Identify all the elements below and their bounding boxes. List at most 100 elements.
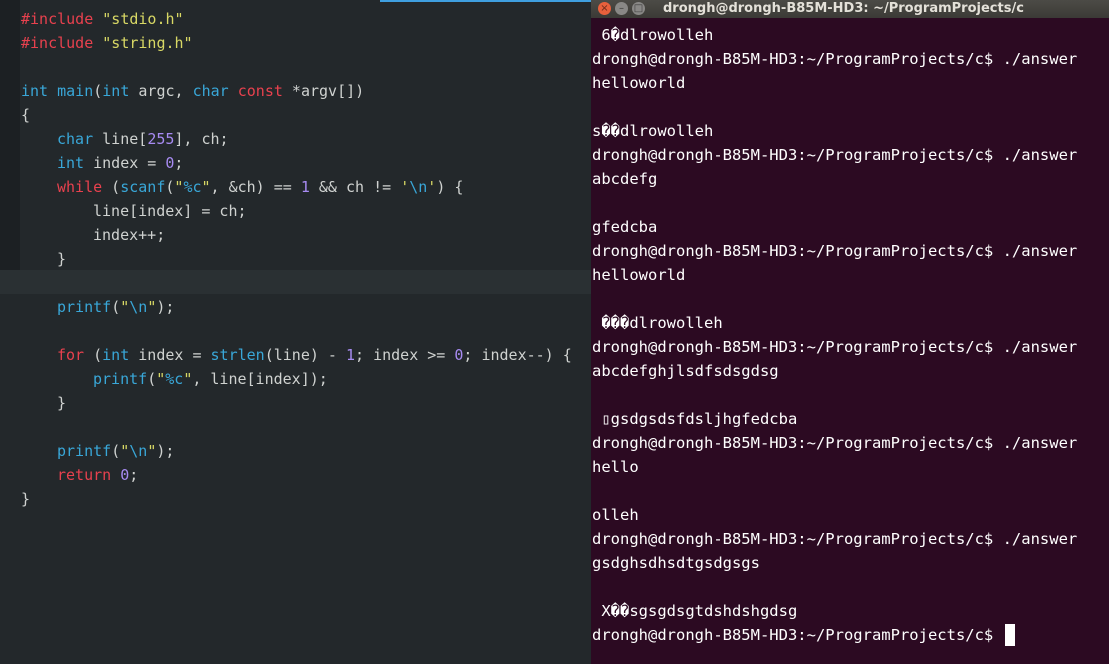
code-token: ; index >= (355, 346, 455, 364)
code-line[interactable] (21, 55, 572, 79)
terminal-prompt-line[interactable]: drongh@drongh-B85M-HD3:~/ProgramProjects… (592, 623, 1109, 647)
code-token: } (57, 250, 67, 268)
code-line[interactable]: index++; (21, 223, 572, 247)
terminal-line: drongh@drongh-B85M-HD3:~/ProgramProjects… (592, 434, 1078, 452)
code-token: ); (156, 298, 175, 316)
code-line[interactable]: } (21, 247, 572, 271)
code-token: return (57, 466, 112, 484)
code-token: , &ch) == (210, 178, 301, 196)
code-line[interactable]: } (21, 487, 572, 511)
code-line[interactable]: #include "string.h" (21, 31, 572, 55)
code-token: while (57, 178, 103, 196)
code-token: { (21, 106, 31, 124)
code-line[interactable]: return 0; (21, 463, 572, 487)
code-line[interactable] (21, 271, 572, 295)
terminal-line: gsdghsdhsdtgsdgsgs (592, 554, 760, 572)
terminal-line: drongh@drongh-B85M-HD3:~/ProgramProjects… (592, 50, 1078, 68)
code-token: index = (129, 346, 211, 364)
code-token: line[ (93, 130, 148, 148)
code-token: ); (156, 442, 175, 460)
terminal-line: X��sgsgdsgtdshdshgdsg (592, 602, 798, 620)
code-area[interactable]: #include "stdio.h" #include "string.h" int… (21, 7, 572, 511)
code-token: " (147, 298, 157, 316)
code-token: ( (93, 82, 103, 100)
terminal-output[interactable]: 6�dlrowolleh drongh@drongh-B85M-HD3:~/Pro… (592, 23, 1109, 647)
code-line[interactable]: printf("%c", line[index]); (21, 367, 572, 391)
code-line[interactable]: printf("\n"); (21, 295, 572, 319)
minimize-window-button[interactable]: – (615, 2, 628, 15)
code-token: " (156, 370, 166, 388)
code-token: line[index] = ch; (93, 202, 247, 220)
code-token: printf (93, 370, 148, 388)
terminal-window[interactable]: × – □ drongh@drongh-B85M-HD3: ~/ProgramP… (591, 0, 1109, 664)
code-token: \n (409, 178, 428, 196)
code-token: #include (21, 34, 94, 52)
focus-accent-bar (380, 0, 591, 2)
code-token: %c (165, 370, 184, 388)
code-editor[interactable]: #include "stdio.h" #include "string.h" int… (0, 0, 591, 664)
code-token: ; (174, 154, 184, 172)
terminal-line: s��dlrowolleh (592, 122, 714, 140)
terminal-line: ▯gsdgsdsfdsljhgfedcba (592, 410, 798, 428)
code-line[interactable]: while (scanf("%c", &ch) == 1 && ch != '\… (21, 175, 572, 199)
maximize-window-button[interactable]: □ (632, 2, 645, 15)
code-line[interactable]: printf("\n"); (21, 439, 572, 463)
code-line[interactable]: { (21, 103, 572, 127)
terminal-line: ���dlrowolleh (592, 314, 723, 332)
code-token: ( (147, 370, 157, 388)
code-line[interactable]: for (int index = strlen(line) - 1; index… (21, 343, 572, 367)
code-token: , line[index]); (192, 370, 328, 388)
terminal-line: gfedcba (592, 218, 658, 236)
code-token: " (183, 370, 193, 388)
code-token: " (120, 442, 130, 460)
code-line[interactable] (21, 319, 572, 343)
code-token: "stdio.h" (102, 10, 184, 28)
code-token: strlen (210, 346, 265, 364)
code-token: printf (57, 298, 112, 316)
code-token: index++; (93, 226, 166, 244)
editor-gutter (0, 0, 20, 270)
code-line[interactable]: #include "stdio.h" (21, 7, 572, 31)
code-token: ' (427, 178, 437, 196)
code-line[interactable]: int index = 0; (21, 151, 572, 175)
code-token: int (57, 154, 85, 172)
terminal-line: helloworld (592, 266, 686, 284)
code-token: ( (84, 346, 103, 364)
code-token: printf (57, 442, 112, 460)
close-window-button[interactable]: × (598, 2, 611, 15)
code-token: " (201, 178, 211, 196)
code-line[interactable]: line[index] = ch; (21, 199, 572, 223)
code-token: 1 (300, 178, 310, 196)
code-token: ; (129, 466, 139, 484)
terminal-titlebar[interactable]: × – □ drongh@drongh-B85M-HD3: ~/ProgramP… (591, 0, 1109, 18)
code-token: char (57, 130, 94, 148)
code-line[interactable]: } (21, 391, 572, 415)
code-token: } (57, 394, 67, 412)
code-token: argc, (129, 82, 193, 100)
terminal-line: abcdefg (592, 170, 658, 188)
terminal-line: olleh (592, 506, 639, 524)
text-cursor (1004, 624, 1015, 646)
code-token: && ch != (309, 178, 401, 196)
code-token: ], ch; (174, 130, 229, 148)
code-line[interactable] (21, 415, 572, 439)
code-token: *argv[]) (282, 82, 365, 100)
code-token: const (237, 82, 283, 100)
code-line[interactable]: char line[255], ch; (21, 127, 572, 151)
code-token: scanf (120, 178, 166, 196)
code-token: \n (129, 442, 148, 460)
code-token: int (102, 346, 130, 364)
code-token: for (57, 346, 85, 364)
code-token: main (57, 82, 94, 100)
prompt-text: drongh@drongh-B85M-HD3:~/ProgramProjects… (592, 626, 1003, 644)
code-line[interactable]: int main(int argc, char const *argv[]) (21, 79, 572, 103)
code-token: int (102, 82, 130, 100)
code-token: 0 (120, 466, 130, 484)
